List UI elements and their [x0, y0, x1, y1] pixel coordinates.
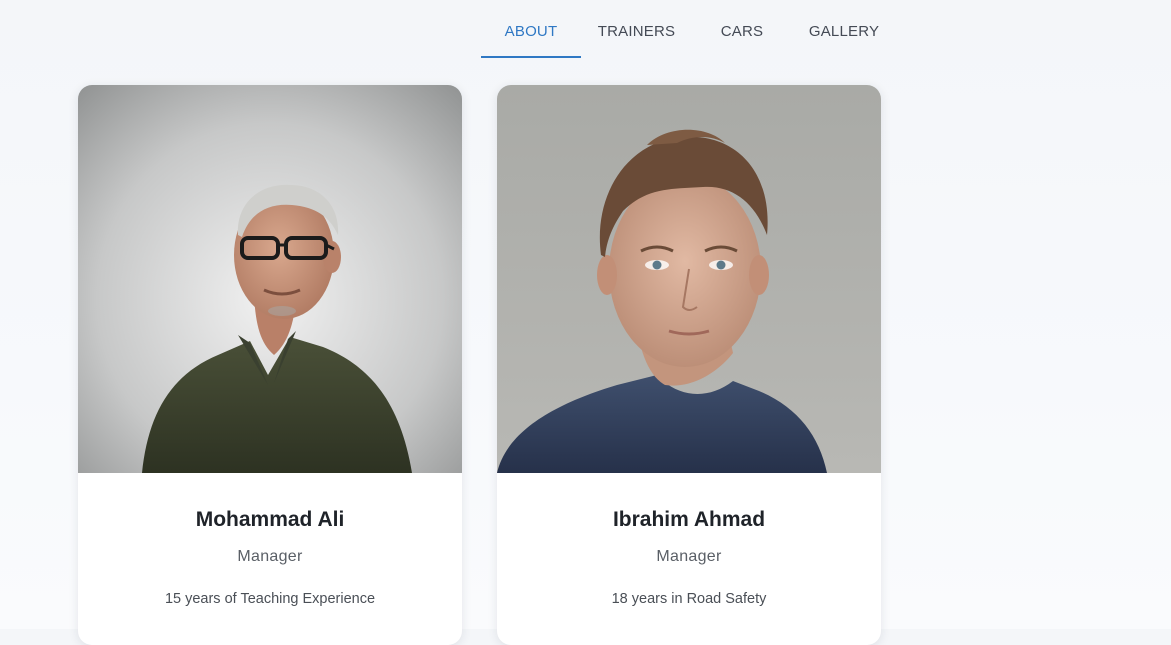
tab-gallery-label: GALLERY [808, 23, 880, 40]
page: ABOUT TRAINERS CARS GALLERY Mohammad Ali… [0, 0, 1171, 645]
trainer-role: Manager [656, 548, 722, 565]
trainer-photo [78, 85, 462, 473]
trainer-photo [497, 85, 881, 473]
trainer-card: Ibrahim Ahmad Manager 18 years in Road S… [497, 85, 881, 645]
tab-gallery[interactable]: GALLERY [792, 14, 896, 58]
tab-about-label: ABOUT [504, 23, 558, 40]
trainer-description: 18 years in Road Safety [611, 591, 767, 607]
section-tabs: ABOUT TRAINERS CARS GALLERY [481, 14, 896, 58]
trainer-card: Mohammad Ali Manager 15 years of Teachin… [78, 85, 462, 645]
trainer-name: Mohammad Ali [195, 508, 345, 531]
trainer-description: 15 years of Teaching Experience [164, 591, 376, 607]
tab-about[interactable]: ABOUT [481, 14, 581, 58]
tab-trainers-label: TRAINERS [597, 23, 676, 40]
trainer-role: Manager [237, 548, 303, 565]
tab-cars[interactable]: CARS [692, 14, 792, 58]
tab-cars-label: CARS [720, 23, 764, 40]
tab-trainers[interactable]: TRAINERS [581, 14, 692, 58]
trainer-name: Ibrahim Ahmad [612, 508, 766, 531]
